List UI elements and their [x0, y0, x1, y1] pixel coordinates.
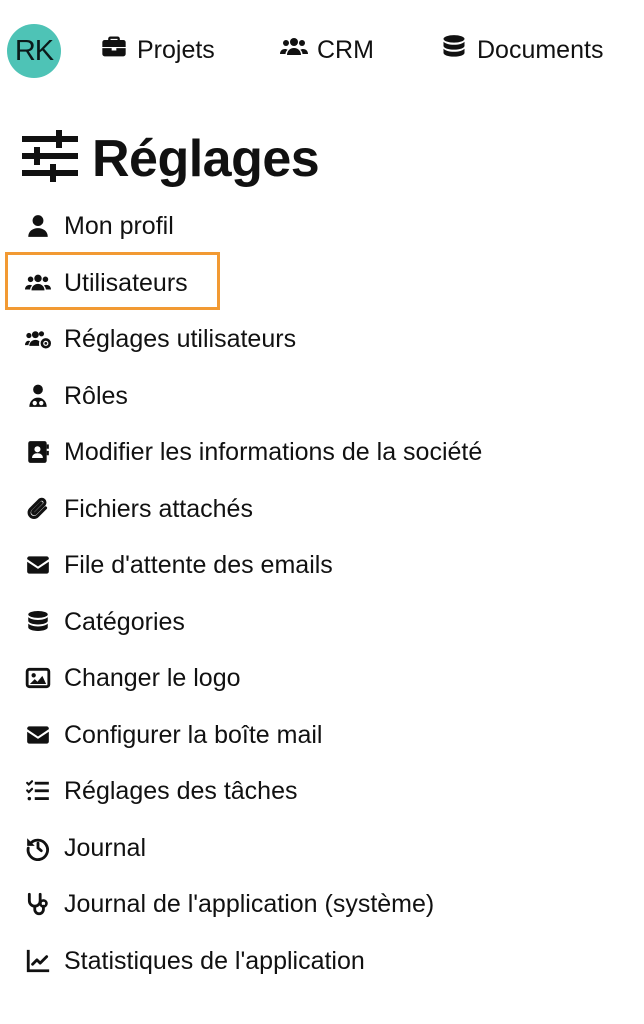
users-icon [22, 270, 54, 296]
menu-item-journal[interactable]: Journal [22, 828, 146, 868]
menu-item-label: Catégories [64, 607, 185, 636]
address-card-icon [22, 439, 54, 465]
menu-item-changer-logo[interactable]: Changer le logo [22, 658, 241, 698]
menu-item-reglages-taches[interactable]: Réglages des tâches [22, 771, 297, 811]
envelope-icon [22, 552, 54, 578]
nav-documents-label: Documents [477, 35, 604, 64]
menu-item-label: Statistiques de l'application [64, 946, 365, 975]
menu-item-label: Utilisateurs [64, 268, 188, 297]
avatar[interactable]: RK [7, 24, 61, 78]
image-icon [22, 665, 54, 691]
menu-item-label: Modifier les informations de la société [64, 437, 483, 466]
menu-item-roles[interactable]: Rôles [22, 376, 128, 416]
menu-item-configurer-boite-mail[interactable]: Configurer la boîte mail [22, 715, 322, 755]
nav-projets[interactable]: Projets [100, 30, 215, 70]
nav-crm[interactable]: CRM [280, 30, 374, 70]
history-icon [22, 835, 54, 861]
nav-projets-label: Projets [137, 35, 215, 64]
list-check-icon [22, 778, 54, 804]
users-icon [280, 33, 308, 68]
menu-item-reglages-utilisateurs[interactable]: Réglages utilisateurs [22, 319, 296, 359]
menu-item-statistiques[interactable]: Statistiques de l'application [22, 941, 365, 981]
menu-item-label: Changer le logo [64, 663, 241, 692]
menu-item-label: Journal de l'application (système) [64, 889, 435, 918]
menu-item-file-attente-emails[interactable]: File d'attente des emails [22, 545, 333, 585]
menu-item-label: Mon profil [64, 211, 174, 240]
stethoscope-icon [22, 891, 54, 917]
envelope-icon [22, 722, 54, 748]
user-doctor-icon [22, 383, 54, 409]
paperclip-icon [22, 496, 54, 522]
menu-item-journal-application[interactable]: Journal de l'application (système) [22, 884, 434, 924]
page-title: Réglages [92, 129, 320, 188]
database-icon [440, 33, 468, 68]
sliders-icon [20, 128, 80, 189]
chart-line-icon [22, 948, 54, 974]
menu-item-label: Rôles [64, 381, 128, 410]
nav-crm-label: CRM [317, 35, 374, 64]
menu-item-label: Réglages des tâches [64, 776, 298, 805]
nav-documents[interactable]: Documents [440, 30, 603, 70]
top-nav: RK Projets CRM Documents [0, 0, 644, 100]
menu-item-utilisateurs[interactable]: Utilisateurs [22, 263, 188, 303]
briefcase-icon [100, 33, 128, 68]
menu-item-fichiers-attaches[interactable]: Fichiers attachés [22, 489, 253, 529]
menu-item-categories[interactable]: Catégories [22, 602, 185, 642]
menu-item-label: Réglages utilisateurs [64, 324, 297, 353]
menu-item-modifier-societe[interactable]: Modifier les informations de la société [22, 432, 482, 472]
database-icon [22, 609, 54, 635]
menu-item-label: File d'attente des emails [64, 550, 333, 579]
user-icon [22, 213, 54, 239]
page-heading: Réglages [20, 128, 320, 189]
users-cog-icon [22, 326, 54, 352]
menu-item-label: Fichiers attachés [64, 494, 253, 523]
menu-item-mon-profil[interactable]: Mon profil [22, 206, 174, 246]
menu-item-label: Journal [64, 833, 146, 862]
menu-item-label: Configurer la boîte mail [64, 720, 323, 749]
